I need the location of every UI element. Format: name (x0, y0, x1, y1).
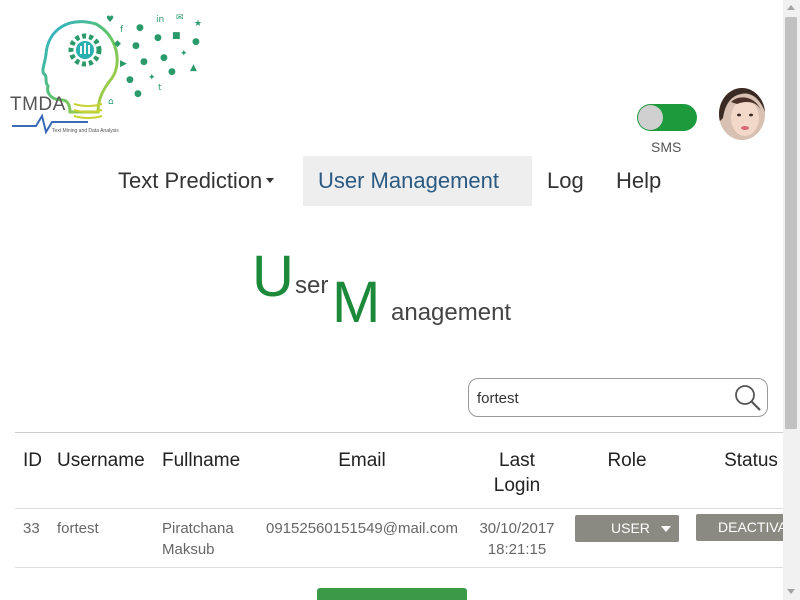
scrollbar-thumb[interactable] (785, 17, 797, 429)
role-dropdown-button[interactable]: USER (575, 515, 679, 542)
nav-log[interactable]: Log (547, 156, 584, 206)
svg-text:✉: ✉ (176, 13, 184, 23)
nav-user-management-label: User Management (318, 168, 499, 193)
cell-last-login-time: 18:21:15 (487, 541, 547, 558)
svg-text:●: ● (160, 53, 168, 63)
toggle-knob (638, 105, 663, 130)
nav-help-label: Help (616, 168, 662, 193)
svg-text:▲: ▲ (190, 63, 197, 73)
search-icon[interactable] (733, 383, 763, 413)
svg-text:in: in (156, 15, 164, 25)
nav-help[interactable]: Help (616, 156, 661, 206)
svg-text:●: ● (136, 23, 144, 33)
users-table: ID Username Fullname Email Last Login Ro… (15, 432, 783, 600)
svg-text:●: ● (154, 33, 162, 43)
table-header-row: ID Username Fullname Email Last Login Ro… (15, 432, 783, 509)
cell-fullname: Piratchana Maksub (162, 508, 257, 568)
nav-user-management[interactable]: User Management (303, 156, 532, 206)
svg-text:✦: ✦ (148, 73, 156, 83)
title-word-anagement: anagement (391, 299, 512, 326)
nav-text-prediction-label: Text Prediction (118, 168, 263, 193)
svg-text:t: t (158, 83, 162, 93)
search-box (468, 378, 768, 417)
svg-text:■: ■ (172, 31, 181, 41)
avatar[interactable] (719, 88, 765, 140)
sms-toggle[interactable] (637, 104, 697, 131)
svg-text:▶: ▶ (120, 59, 127, 69)
svg-text:●: ● (132, 41, 140, 51)
header-email[interactable]: Email (257, 432, 467, 509)
header-username[interactable]: Username (57, 432, 162, 509)
header-fullname[interactable]: Fullname (162, 432, 257, 509)
header-last-login[interactable]: Last Login (467, 432, 567, 509)
scroll-up-arrow-icon[interactable] (787, 5, 795, 10)
svg-text:●: ● (140, 57, 148, 67)
cell-last-login: 30/10/2017 18:21:15 (467, 508, 567, 568)
cell-username: fortest (57, 508, 162, 568)
nav-text-prediction[interactable]: Text Prediction (118, 156, 275, 206)
svg-text:✦: ✦ (180, 49, 188, 59)
tmda-logo[interactable]: ♥ f ● in ✉ ★ ◆ ● ● ■ ● ▶ ● ● ✦ ● ✦ ● ▲ ⌂… (8, 8, 218, 140)
vertical-scrollbar[interactable] (783, 0, 800, 600)
title-letter-m: M (332, 270, 381, 335)
cell-id: 33 (15, 508, 57, 568)
cell-role: USER (567, 508, 687, 568)
nav-log-label: Log (547, 168, 584, 193)
svg-text:⌂: ⌂ (108, 97, 114, 107)
svg-text:f: f (120, 25, 124, 35)
cell-last-login-date: 30/10/2017 (479, 520, 555, 537)
title-word-ser: ser (295, 272, 329, 299)
svg-text:◆: ◆ (114, 39, 121, 49)
svg-text:●: ● (126, 75, 134, 85)
logo-tagline: Text Mining and Data Analysis (52, 128, 119, 134)
header-id[interactable]: ID (15, 432, 57, 509)
table-row: 33 fortest Piratchana Maksub 09152560151… (15, 508, 783, 568)
title-letter-u: U (252, 244, 294, 309)
main-nav: Text Prediction User Management Log Help (0, 156, 800, 206)
svg-text:●: ● (168, 67, 176, 77)
cell-fullname-last: Maksub (162, 541, 215, 558)
svg-text:★: ★ (194, 19, 202, 29)
sms-label: SMS (651, 139, 682, 155)
svg-text:●: ● (134, 89, 142, 99)
cell-fullname-first: Piratchana (162, 520, 234, 537)
logo-head-icon: ♥ f ● in ✉ ★ ◆ ● ● ■ ● ▶ ● ● ✦ ● ✦ ● ▲ ⌂… (12, 13, 202, 135)
logo-name: TMDA (10, 94, 66, 115)
user-avatar-icon (719, 88, 765, 140)
header-role[interactable]: Role (567, 432, 687, 509)
green-action-button[interactable] (317, 588, 467, 600)
scroll-down-arrow-icon[interactable] (787, 589, 795, 594)
header-last-login-line1: Last (499, 450, 535, 471)
cell-status: DEACTIVATE (687, 508, 783, 568)
svg-text:●: ● (192, 37, 200, 47)
cell-email: 09152560151549@mail.com (257, 508, 467, 568)
header-status[interactable]: Status (687, 432, 783, 509)
svg-text:♥: ♥ (106, 15, 114, 25)
caret-down-icon (266, 178, 275, 184)
caret-down-icon (661, 526, 671, 532)
search-input[interactable] (477, 387, 727, 409)
role-dropdown-label: USER (611, 520, 650, 536)
header-last-login-line2: Login (493, 475, 541, 496)
deactivate-button[interactable]: DEACTIVATE (696, 514, 783, 541)
